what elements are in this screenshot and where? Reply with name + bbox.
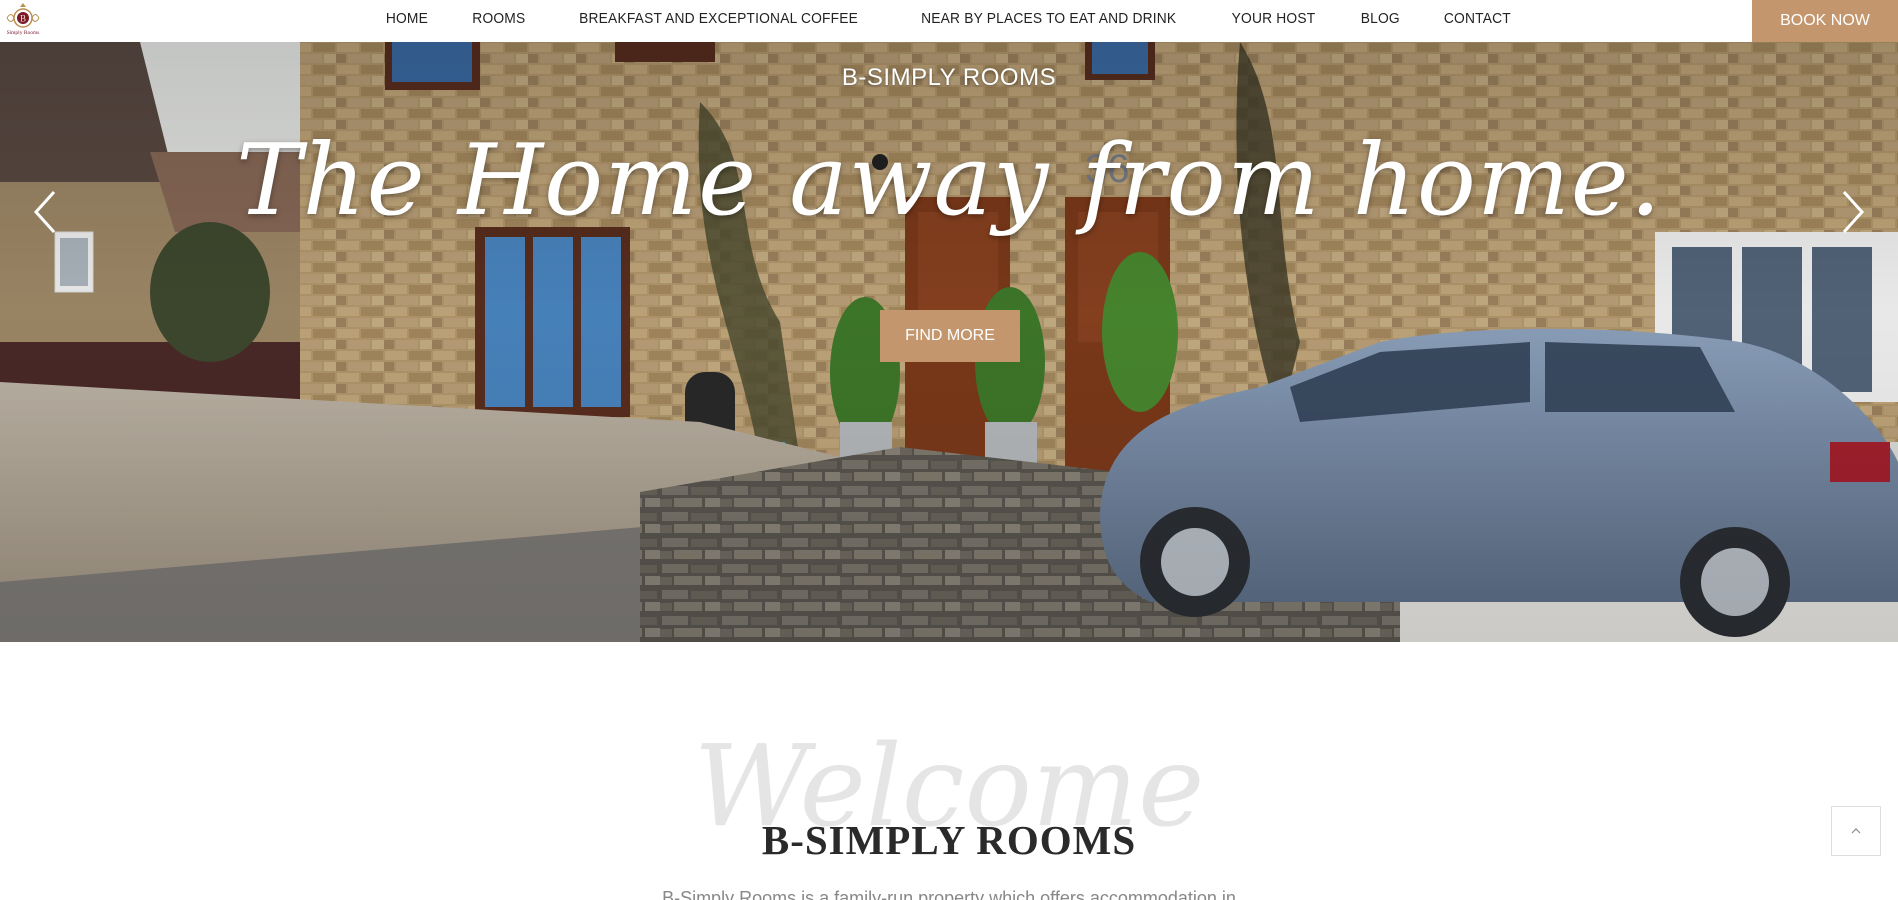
hero-subtitle: B-SIMPLY ROOMS: [841, 64, 1057, 91]
slider-next-button[interactable]: [1832, 182, 1872, 242]
hero-slider: 36 B-SIMPLY ROOMS The Home away from: [0, 42, 1898, 642]
main-nav: HOME ROOMS BREAKFAST AND EXCEPTIONAL COF…: [0, 0, 1898, 37]
nav-blog[interactable]: BLOG: [1342, 0, 1418, 37]
slider-prev-button[interactable]: [26, 182, 66, 242]
scroll-to-top-button[interactable]: [1831, 806, 1881, 856]
find-more-button[interactable]: FIND MORE: [880, 310, 1020, 362]
chevron-right-icon: [1842, 190, 1865, 234]
nav-your-host[interactable]: YOUR HOST: [1213, 0, 1334, 37]
nav-home[interactable]: HOME: [367, 0, 446, 37]
book-now-button[interactable]: BOOK NOW: [1752, 0, 1898, 42]
hero-title: The Home away from home.: [236, 124, 1662, 238]
svg-text:Simply Rooms: Simply Rooms: [7, 30, 40, 36]
nav-places-to-eat[interactable]: NEAR BY PLACES TO EAT AND DRINK: [903, 0, 1195, 37]
nav-breakfast[interactable]: BREAKFAST AND EXCEPTIONAL COFFEE: [561, 0, 877, 37]
chevron-left-icon: [33, 190, 56, 234]
welcome-section: Welcome B-SIMPLY ROOMS B-Simply Rooms is…: [0, 642, 1898, 900]
welcome-title: B-SIMPLY ROOMS: [761, 817, 1137, 863]
nav-contact[interactable]: CONTACT: [1426, 0, 1530, 37]
site-header: B Simply Rooms HOME ROOMS BREAKFAST AND …: [0, 0, 1898, 42]
chevron-up-icon: [1851, 828, 1861, 834]
svg-text:B: B: [20, 14, 26, 24]
logo[interactable]: B Simply Rooms: [0, 0, 46, 40]
nav-rooms[interactable]: ROOMS: [454, 0, 544, 37]
logo-emblem-icon: B Simply Rooms: [6, 3, 40, 36]
welcome-intro-text: B-Simply Rooms is a family-run property …: [662, 888, 1236, 900]
